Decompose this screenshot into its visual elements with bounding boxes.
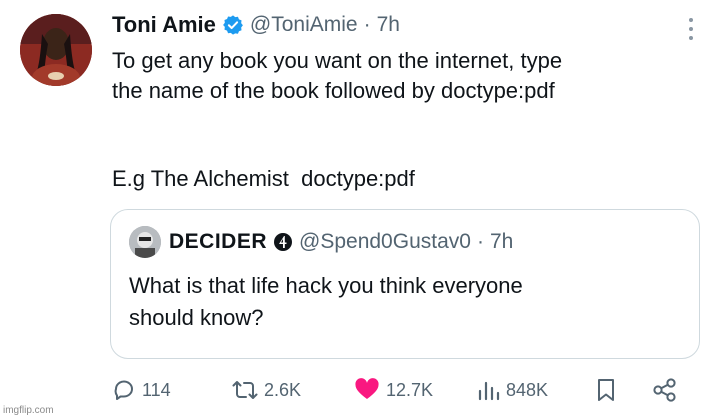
quote-timestamp[interactable]: 7h bbox=[490, 230, 513, 254]
tweet-text-line: To get any book you want on the internet… bbox=[112, 48, 563, 73]
reply-icon bbox=[114, 380, 133, 400]
watermark: imgflip.com bbox=[3, 405, 54, 416]
like-button[interactable]: 12.7K bbox=[354, 378, 433, 402]
like-count: 12.7K bbox=[386, 379, 434, 400]
verified-icon bbox=[222, 15, 243, 35]
bookmark-button[interactable] bbox=[596, 378, 622, 402]
action-bar: 114 2.6K 12.7K 848K bbox=[0, 378, 720, 414]
quote-author-name[interactable]: DECIDER bbox=[169, 230, 267, 254]
quote-header: DECIDER @Spend0Gustav0 · 7h bbox=[129, 226, 513, 258]
views-button[interactable]: 848K bbox=[476, 378, 548, 402]
retweet-button[interactable]: 2.6K bbox=[232, 378, 301, 402]
quote-text-line: What is that life hack you think everyon… bbox=[129, 273, 523, 298]
tweet-text-line: the name of the book followed by doctype… bbox=[112, 78, 555, 103]
separator: · bbox=[363, 13, 371, 36]
author-name[interactable]: Toni Amie bbox=[112, 12, 216, 38]
quote-avatar bbox=[129, 226, 161, 258]
views-count: 848K bbox=[506, 379, 549, 400]
more-icon[interactable] bbox=[688, 18, 694, 44]
author-handle[interactable]: @ToniAmie bbox=[250, 13, 358, 37]
reply-count: 114 bbox=[142, 379, 171, 400]
tweet-text: To get any book you want on the internet… bbox=[112, 46, 712, 106]
retweet-icon bbox=[232, 381, 258, 399]
avatar[interactable] bbox=[20, 14, 92, 86]
quote-text-line: should know? bbox=[129, 305, 264, 330]
quote-separator: · bbox=[476, 230, 484, 253]
quote-text: What is that life hack you think everyon… bbox=[129, 270, 679, 334]
tweet-example: E.g The Alchemist doctype:pdf bbox=[112, 166, 415, 191]
timestamp[interactable]: 7h bbox=[377, 13, 400, 37]
share-button[interactable] bbox=[652, 378, 684, 402]
bookmark-icon bbox=[598, 379, 614, 401]
avatar-image bbox=[20, 14, 92, 86]
tweet[interactable]: Toni Amie @ToniAmie · 7h To get any book… bbox=[0, 0, 720, 420]
share-icon bbox=[653, 378, 676, 402]
quoted-tweet[interactable]: DECIDER @Spend0Gustav0 · 7h What is that… bbox=[110, 209, 700, 359]
views-icon bbox=[478, 381, 500, 401]
quote-author-handle[interactable]: @Spend0Gustav0 bbox=[299, 230, 471, 254]
heart-icon bbox=[355, 378, 379, 399]
quote-avatar-image bbox=[129, 226, 161, 258]
tweet-header: Toni Amie @ToniAmie · 7h bbox=[112, 12, 400, 38]
reply-button[interactable]: 114 bbox=[112, 378, 171, 402]
retweet-count: 2.6K bbox=[264, 379, 302, 400]
badge-icon bbox=[274, 233, 293, 251]
